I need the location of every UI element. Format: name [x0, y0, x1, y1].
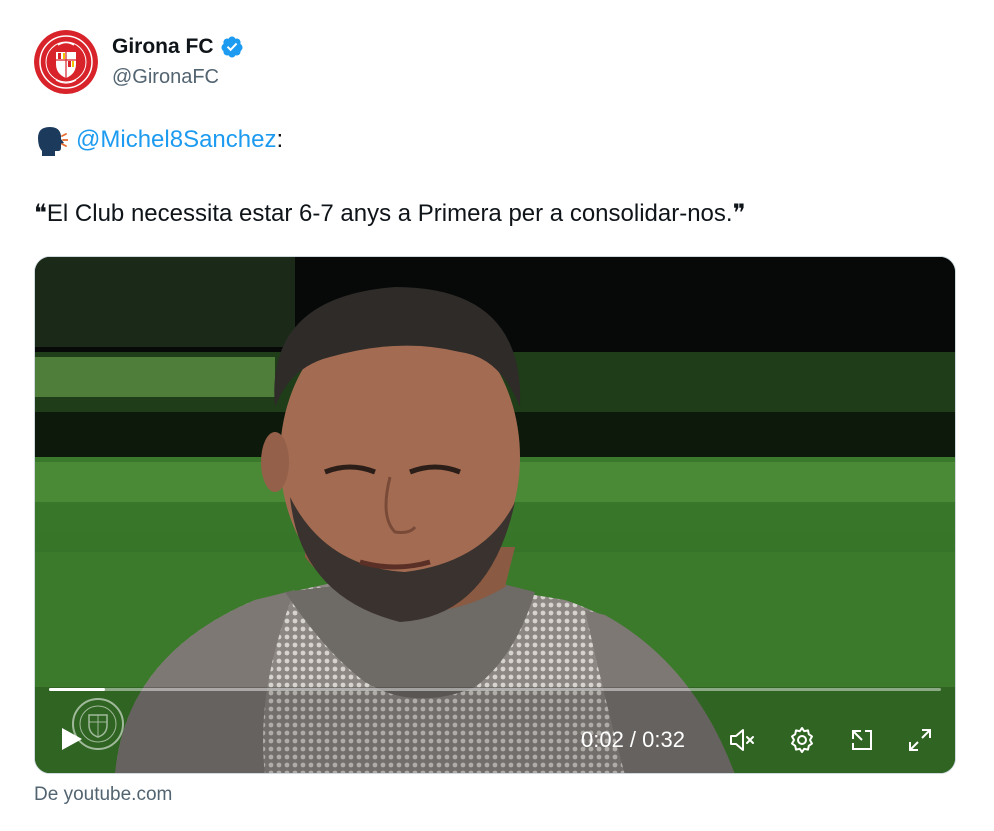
verified-badge-icon[interactable] — [220, 35, 244, 59]
speaking-head-icon — [38, 127, 68, 156]
volume-muted-icon[interactable] — [727, 725, 757, 755]
mention-link[interactable]: @Michel8Sanchez — [76, 126, 276, 154]
author-block: Girona FC @GironaFC — [112, 34, 244, 89]
play-icon[interactable] — [57, 725, 85, 753]
video-progress-fill — [49, 688, 105, 691]
video-frame — [35, 257, 955, 773]
video-time: 0:02 / 0:32 — [581, 727, 685, 752]
name-row: Girona FC — [112, 34, 244, 60]
settings-gear-icon[interactable] — [787, 725, 817, 755]
author-handle[interactable]: @GironaFC — [112, 66, 244, 89]
video-progress-bar[interactable] — [49, 688, 941, 691]
video-player[interactable]: 0:02 / 0:32 — [34, 256, 956, 774]
tweet-mention-line: @Michel8Sanchez : — [34, 124, 283, 156]
girona-crest-icon — [34, 30, 98, 94]
author-avatar[interactable] — [34, 30, 98, 94]
tweet-card: Girona FC @GironaFC @Michel8Sanchez : ❝E… — [0, 0, 994, 831]
video-controls: 0:02 / 0:32 — [35, 717, 955, 761]
mention-suffix: : — [276, 126, 284, 153]
fullscreen-icon[interactable] — [905, 725, 935, 755]
video-source-label[interactable]: De youtube.com — [34, 784, 172, 806]
picture-in-picture-icon[interactable] — [847, 725, 877, 755]
tweet-quote-text: ❝El Club necessita estar 6-7 anys a Prim… — [34, 200, 746, 227]
author-display-name[interactable]: Girona FC — [112, 35, 214, 59]
